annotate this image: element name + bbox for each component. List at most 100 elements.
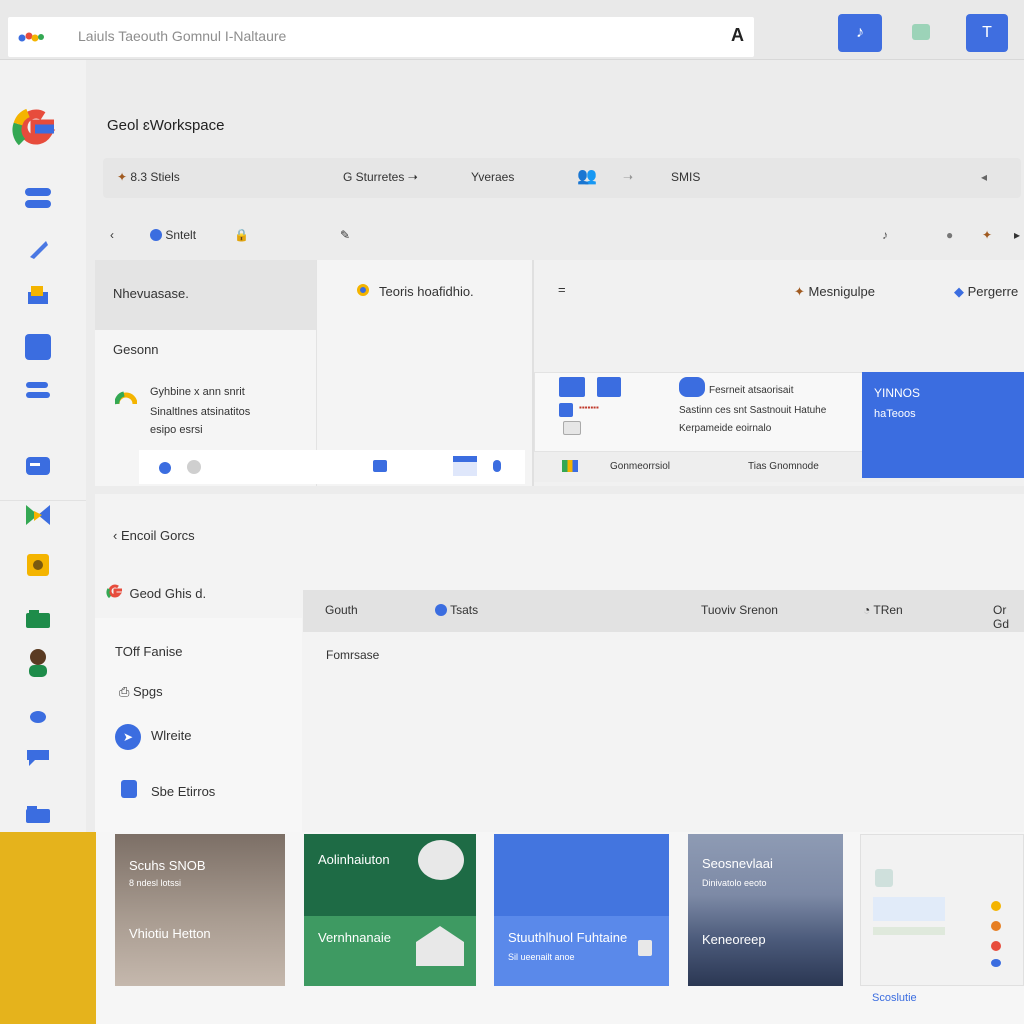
people-icon: ✦ — [794, 284, 809, 299]
briefcase-icon[interactable] — [22, 280, 54, 310]
brand-label: Geod Ghis d. — [129, 586, 207, 601]
column-header-tsats[interactable]: Tsats — [435, 603, 478, 617]
doc-row[interactable]: Sastinn ces snt Sastnouit Hatuhe — [679, 405, 826, 416]
right-col-label: Mesnigulpe — [808, 284, 876, 299]
status-dot-icon — [357, 284, 369, 296]
menu-icon[interactable]: = — [558, 282, 566, 297]
compass-icon[interactable]: ➤ — [115, 724, 141, 750]
dot-small-icon[interactable] — [493, 460, 501, 472]
card-sub: Sil ueenailt anoe — [508, 952, 575, 962]
card-sub: Dinivatolo eeoto — [702, 878, 767, 888]
doc-thumb-label: ▪▪▪▪▪▪▪ — [579, 403, 599, 412]
card-2[interactable]: Aolinhaiuton Vernhnanaie — [304, 834, 476, 986]
table-header: Gouth Tsats Tuoviv Srenon ◔ TRen Or Gd — [303, 590, 1024, 632]
doc-row[interactable]: Kerpameide eoirnalo — [679, 423, 771, 434]
card-1[interactable]: Scuhs SNOB 8 ndesl lotssi Vhiotiu Hetton — [115, 834, 285, 986]
more-icon[interactable]: ▸ — [1014, 228, 1020, 242]
back-icon[interactable]: ‹ — [110, 228, 114, 242]
edit-icon[interactable]: ✎ — [340, 228, 350, 242]
dot-icon[interactable] — [22, 702, 54, 732]
stop-icon[interactable] — [373, 460, 387, 472]
bottom-link[interactable]: Scoslutie — [872, 992, 917, 1004]
bell-icon[interactable]: ● — [946, 228, 953, 242]
footer-left[interactable]: Gonmeorrsiol — [610, 461, 670, 472]
column-label: TRen — [873, 603, 903, 617]
doc-thumb-icon[interactable] — [679, 377, 705, 397]
address-bar[interactable]: Laiuls Taeouth Gomnul I-Naltaure A — [8, 17, 754, 57]
arrow-icon: ➝ — [404, 170, 418, 184]
chat-bubble-icon — [418, 840, 464, 880]
doc-thumb-icon[interactable] — [597, 377, 621, 397]
folder-green-icon[interactable] — [22, 604, 54, 634]
list-icon[interactable] — [22, 376, 54, 406]
doc-icon[interactable] — [22, 332, 54, 362]
google-logo-icon[interactable] — [8, 102, 62, 156]
doc-small-icon[interactable] — [121, 780, 137, 798]
doc-thumb-icon[interactable] — [563, 421, 581, 435]
footer-right[interactable]: Tias Gnomnode — [748, 461, 819, 472]
email-filter[interactable]: Sntelt — [150, 228, 196, 242]
row-bar — [873, 927, 945, 935]
doc-thumb-icon[interactable] — [559, 377, 585, 397]
dot-icon[interactable] — [159, 462, 171, 474]
meet-icon[interactable] — [22, 500, 54, 530]
status-chip[interactable] — [912, 24, 930, 40]
lock-icon[interactable]: 🔒 — [234, 228, 249, 242]
dot-icon — [435, 604, 447, 616]
card-title-2: Vhiotiu Hetton — [129, 926, 211, 941]
promo-card[interactable]: YINNOS haTeoos — [862, 372, 1024, 478]
card-3[interactable]: Stuuthlhuol Fuhtaine Sil ueenailt anoe — [494, 834, 669, 986]
filter-stiels[interactable]: ✦ 8.3 Stiels — [117, 170, 180, 184]
arrow-right-icon[interactable]: ➝ — [623, 170, 633, 184]
column-header[interactable]: Or Gd — [993, 603, 1024, 631]
filter-sturretes[interactable]: G Sturretes ➝ — [343, 170, 418, 184]
google-mini-icon — [115, 391, 137, 405]
nav-item-spgs[interactable]: ⎙ Spgs — [119, 684, 163, 700]
folder-small-icon[interactable] — [22, 800, 54, 830]
chat-bubble-icon[interactable] — [22, 742, 54, 772]
music-button[interactable]: ♪ — [838, 14, 882, 52]
filter-yveraes[interactable]: Yveraes — [471, 170, 514, 184]
shield-icon[interactable] — [187, 460, 201, 474]
address-text: Laiuls Taeouth Gomnul I-Naltaure — [78, 28, 287, 44]
column-header[interactable]: Tuoviv Srenon — [701, 603, 778, 617]
mini-list-card[interactable] — [860, 834, 1024, 986]
pin-icon[interactable]: ♪ — [882, 228, 888, 242]
body-line: esipo esrsi — [150, 424, 203, 436]
people-icon[interactable]: 👥 — [577, 166, 597, 186]
promo-sub: haTeoos — [874, 408, 916, 420]
column-header-tren[interactable]: ◔ TRen — [863, 603, 903, 617]
filter-label: 8.3 Stiels — [130, 170, 180, 184]
messages-header: Nhevuasase. — [95, 260, 316, 330]
section-title-text: Encoil Gorcs — [120, 528, 195, 543]
filter-icon: ✦ — [117, 170, 131, 184]
people-small-icon[interactable]: ✦ — [982, 228, 992, 242]
brand-row[interactable]: Geod Ghis d. — [105, 582, 206, 603]
doc-thumb-icon[interactable] — [559, 403, 573, 417]
nav-item[interactable]: Sbe Etirros — [151, 784, 215, 799]
slides-icon[interactable] — [453, 456, 477, 476]
text-button[interactable]: T — [966, 14, 1008, 52]
avatar-icon[interactable] — [22, 648, 54, 678]
collapse-icon[interactable]: ◂ — [981, 170, 987, 184]
nav-item[interactable]: Wlreite — [151, 728, 191, 743]
filter-smis[interactable]: SMIS — [671, 170, 700, 184]
section-heading: Gesonn — [113, 342, 159, 357]
row-bar — [873, 897, 945, 921]
chat-icon[interactable] — [22, 184, 54, 214]
nav-item[interactable]: TOff Fanise — [115, 644, 182, 659]
notes-icon[interactable] — [22, 550, 54, 580]
card-4[interactable]: Seosnevlaai Dinivatolo eeoto Keneoreep — [688, 834, 843, 986]
message-icon[interactable] — [22, 452, 54, 482]
action-strip — [139, 450, 525, 484]
table-row-label[interactable]: Fomrsase — [326, 648, 379, 662]
messages-heading: Nhevuasase. — [113, 286, 189, 301]
account-icon[interactable]: A — [731, 25, 744, 46]
card-footer: Vernhnanaie — [304, 916, 476, 986]
row-dot — [991, 941, 1001, 951]
pen-icon[interactable] — [22, 234, 54, 264]
doc-row[interactable]: Fesrneit atsaorisait — [709, 385, 793, 396]
column-header[interactable]: Gouth — [325, 603, 358, 617]
body-line: Sinaltlnes atsinatitos — [150, 406, 251, 418]
row-dot — [991, 921, 1001, 931]
